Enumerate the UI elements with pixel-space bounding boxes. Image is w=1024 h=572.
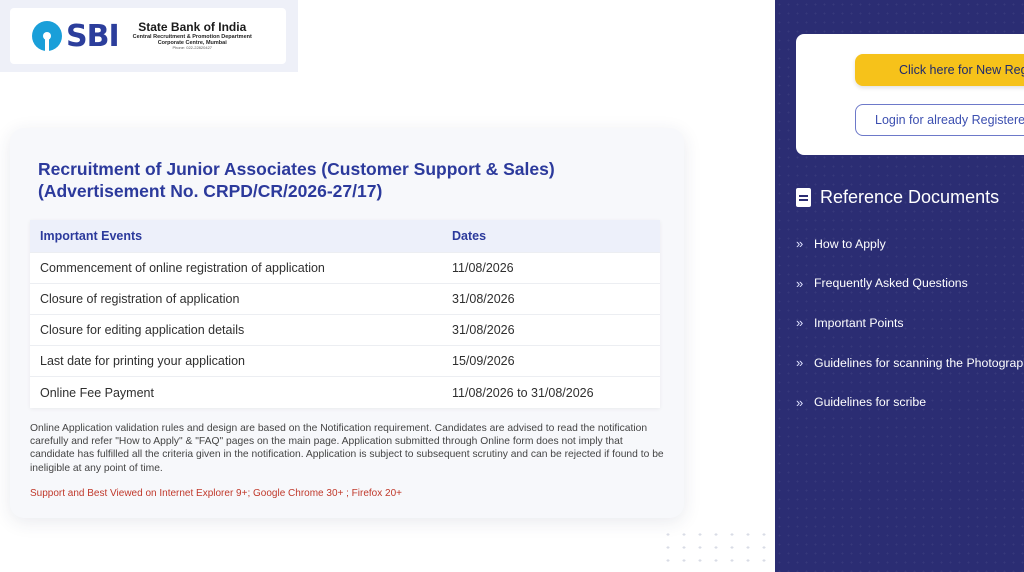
date-cell: 15/09/2026 (442, 345, 660, 377)
date-cell: 31/08/2026 (442, 282, 660, 315)
reference-documents-list: » How to Apply » Frequently Asked Questi… (796, 224, 1024, 422)
action-card: Click here for New Registration Login fo… (796, 34, 1024, 155)
recruitment-card: Recruitment of Junior Associates (Custom… (10, 128, 684, 518)
event-cell: Closure of registration of application (30, 282, 442, 315)
reference-documents-title: Reference Documents (820, 187, 1000, 207)
page-title: Recruitment of Junior Associates (Custom… (38, 159, 555, 201)
login-button[interactable]: Login for already Registered (855, 104, 1024, 136)
reference-link-faq[interactable]: » Frequently Asked Questions (796, 264, 1024, 304)
sbi-keyhole-icon (32, 21, 62, 52)
table-row: Commencement of online registration of a… (30, 251, 660, 284)
phone-number: Phone: 022-22820427 (172, 45, 213, 51)
header-logo-area: SBI State Bank of India Central Recruitm… (0, 0, 298, 72)
column-header-dates: Dates (442, 220, 660, 252)
reference-link-label: Important Points (814, 315, 904, 330)
right-sidebar: Click here for New Registration Login fo… (775, 0, 1024, 572)
column-header-events: Important Events (30, 220, 442, 252)
document-icon (796, 188, 811, 207)
bank-info: State Bank of India Central Recruitment … (133, 20, 252, 51)
event-cell: Commencement of online registration of a… (30, 251, 442, 284)
event-cell: Last date for printing your application (30, 345, 442, 377)
date-cell: 31/08/2026 (442, 313, 660, 346)
date-cell: 11/08/2026 (442, 251, 660, 284)
reference-link-scribe-guidelines[interactable]: » Guidelines for scribe (796, 382, 1024, 422)
table-header-row: Important Events Dates (30, 220, 660, 252)
event-cell: Closure for editing application details (30, 313, 442, 346)
logo-text: SBI (66, 18, 120, 54)
sbi-logo[interactable]: SBI State Bank of India Central Recruitm… (10, 8, 286, 64)
browser-support-note: Support and Best Viewed on Internet Expl… (30, 488, 402, 499)
reference-link-photo-guidelines[interactable]: » Guidelines for scanning the Photograph (796, 343, 1024, 383)
validation-note: Online Application validation rules and … (30, 423, 664, 474)
reference-link-important-points[interactable]: » Important Points (796, 303, 1024, 343)
reference-documents-heading: Reference Documents (796, 187, 999, 208)
reference-link-label: Guidelines for scanning the Photograph (814, 355, 1024, 370)
table-row: Last date for printing your application … (30, 345, 660, 377)
double-chevron-right-icon: » (796, 236, 804, 252)
event-cell: Online Fee Payment (30, 376, 442, 408)
double-chevron-right-icon: » (796, 315, 804, 331)
double-chevron-right-icon: » (796, 275, 804, 291)
table-row: Closure for editing application details … (30, 313, 660, 346)
table-row: Online Fee Payment 11/08/2026 to 31/08/2… (30, 376, 660, 408)
new-registration-button[interactable]: Click here for New Registration (855, 54, 1024, 86)
table-row: Closure of registration of application 3… (30, 282, 660, 315)
reference-link-label: How to Apply (814, 236, 886, 251)
reference-link-how-to-apply[interactable]: » How to Apply (796, 224, 1024, 264)
bank-name: State Bank of India (138, 20, 247, 35)
date-cell: 11/08/2026 to 31/08/2026 (442, 376, 660, 408)
important-events-table: Important Events Dates Commencement of o… (30, 220, 660, 408)
reference-link-label: Frequently Asked Questions (814, 276, 968, 291)
double-chevron-right-icon: » (796, 394, 804, 410)
reference-link-label: Guidelines for scribe (814, 395, 927, 410)
double-chevron-right-icon: » (796, 355, 804, 371)
